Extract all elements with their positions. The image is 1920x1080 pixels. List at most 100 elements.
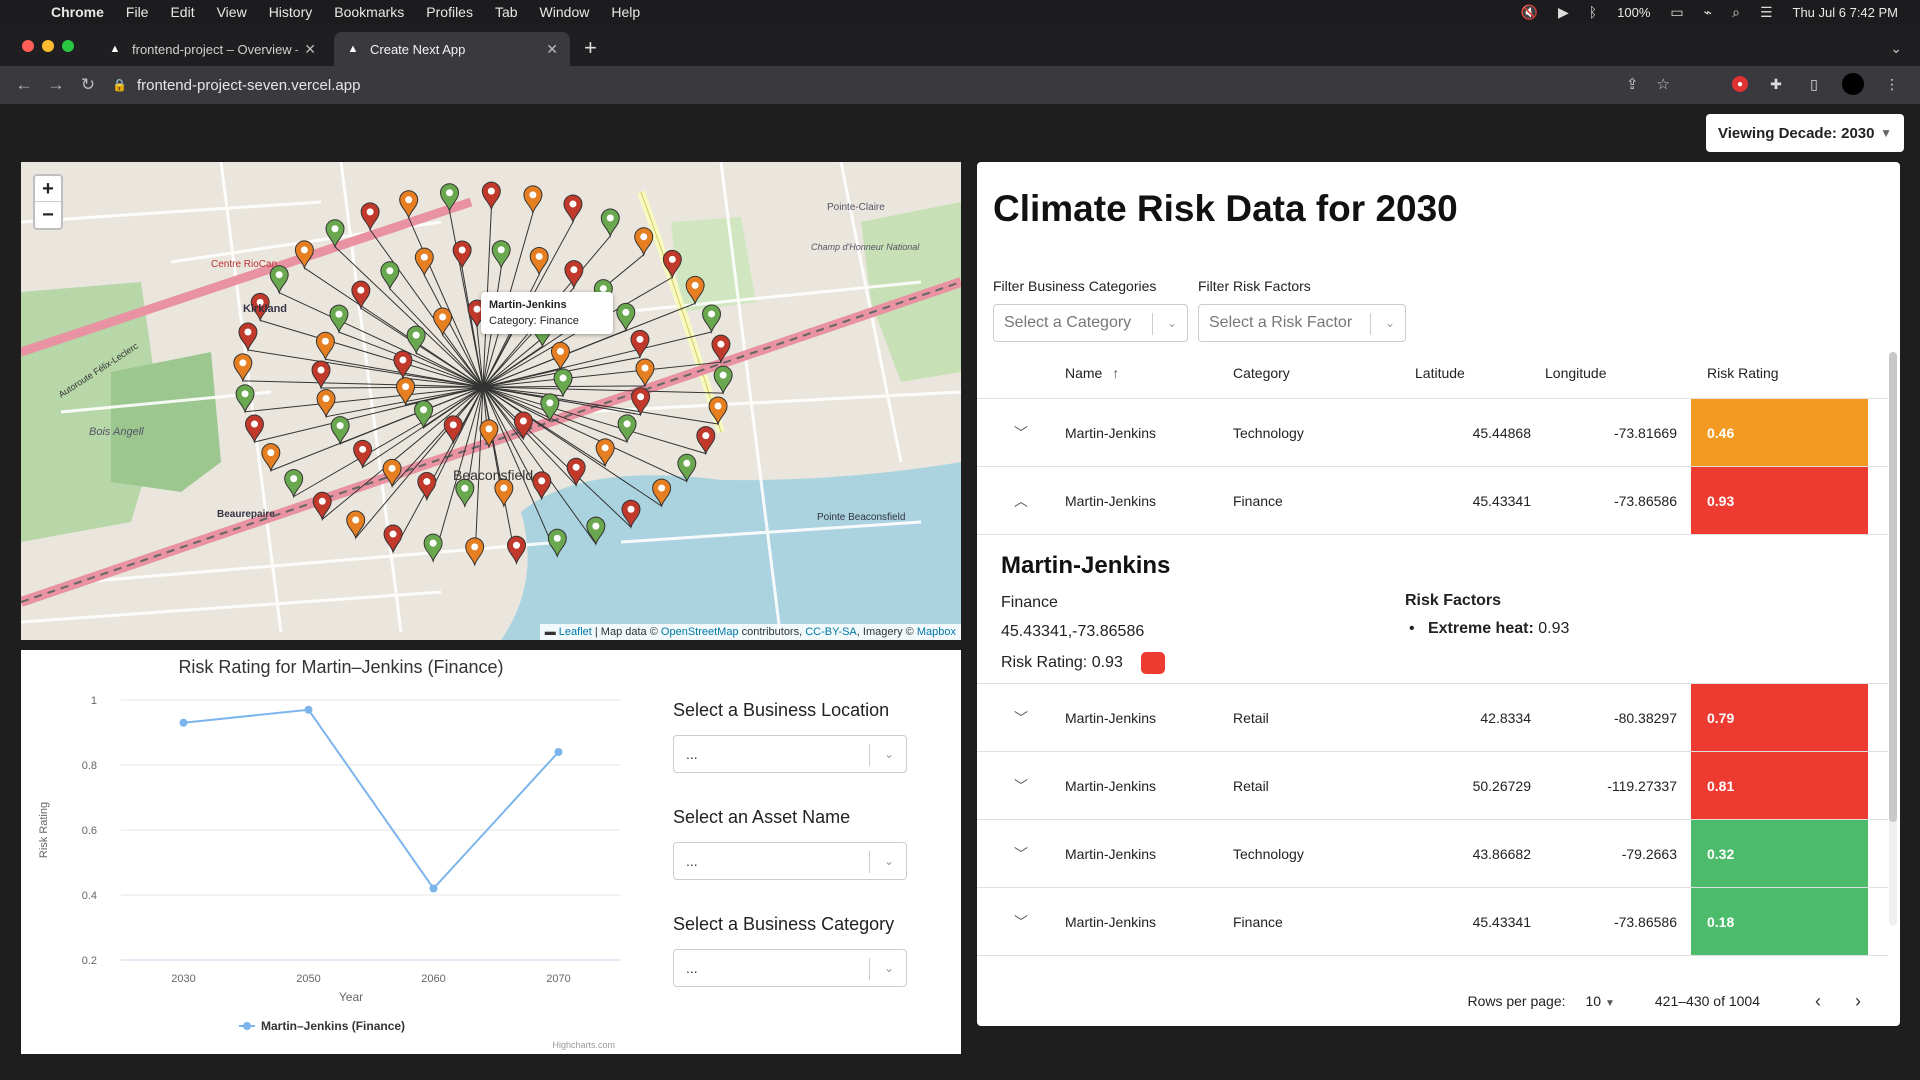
more-menu-icon[interactable]: ⋮ (1882, 74, 1902, 94)
asset-name-select[interactable]: ... ⌄ (673, 842, 907, 880)
map-marker-icon[interactable] (417, 472, 437, 502)
tab-overview[interactable]: ▲ frontend-project – Overview – ✕ (96, 32, 328, 66)
map-marker-icon[interactable] (329, 304, 349, 334)
zoom-window-button[interactable] (62, 40, 74, 52)
share-icon[interactable]: ⇪ (1626, 75, 1639, 93)
map-marker-icon[interactable] (529, 246, 549, 277)
map-marker-icon[interactable] (443, 415, 463, 445)
highcharts-credit[interactable]: Highcharts.com (552, 1040, 615, 1050)
map-marker-icon[interactable] (311, 360, 331, 390)
map-marker-icon[interactable] (330, 416, 350, 446)
map-marker-icon[interactable] (553, 368, 573, 398)
map-marker-icon[interactable] (616, 302, 636, 333)
risk-factor-filter-select[interactable]: Select a Risk Factor ⌄ (1198, 304, 1406, 342)
table-row[interactable]: ﹀ Martin-Jenkins Technology 45.44868 -73.816… (977, 399, 1888, 467)
map-marker-icon[interactable] (351, 280, 371, 310)
column-header-name[interactable]: Name ↑ (1065, 365, 1233, 381)
map-marker-icon[interactable] (346, 510, 366, 540)
leaflet-link[interactable]: Leaflet (559, 626, 592, 638)
map-marker-icon[interactable] (465, 537, 485, 567)
table-scrollbar[interactable] (1889, 352, 1897, 926)
map-marker-icon[interactable] (244, 414, 264, 444)
menu-window[interactable]: Window (529, 4, 601, 20)
zoom-out-button[interactable]: − (35, 202, 61, 228)
menu-bookmarks[interactable]: Bookmarks (323, 4, 415, 20)
map-marker-icon[interactable] (399, 190, 419, 220)
zoom-in-button[interactable]: + (35, 176, 61, 202)
puzzle-icon[interactable]: ✚ (1766, 74, 1786, 94)
close-icon[interactable]: ✕ (304, 41, 316, 58)
map-marker-icon[interactable] (383, 524, 403, 554)
chevron-down-icon[interactable]: ﹀ (977, 912, 1065, 932)
map-marker-icon[interactable] (635, 358, 655, 388)
map-marker-icon[interactable] (564, 260, 584, 290)
menu-profiles[interactable]: Profiles (415, 4, 484, 20)
table-row[interactable]: ︿ Martin-Jenkins Finance 45.43341 -73.86586 0… (977, 467, 1888, 535)
map-marker-icon[interactable] (600, 208, 620, 238)
map-marker-icon[interactable] (238, 322, 258, 352)
menubar-clock[interactable]: Thu Jul 6 7:42 PM (1793, 5, 1899, 20)
chevron-down-icon[interactable]: ﹀ (977, 776, 1065, 796)
menu-view[interactable]: View (206, 4, 258, 20)
rows-per-page-select[interactable]: 10 ▼ (1586, 993, 1615, 1009)
map-marker-icon[interactable] (315, 331, 335, 362)
search-icon[interactable]: ⌕ (1732, 4, 1740, 21)
leaflet-map[interactable]: Kirkland Centre RioCan Bois Angell Beaur… (21, 162, 961, 640)
map-marker-icon[interactable] (550, 341, 570, 372)
menu-edit[interactable]: Edit (159, 4, 205, 20)
chevron-down-icon[interactable]: ⌄ (1890, 40, 1902, 57)
column-header-longitude[interactable]: Longitude (1545, 365, 1691, 381)
mute-icon[interactable]: 🔇 (1521, 4, 1538, 21)
next-page-button[interactable]: › (1838, 991, 1878, 1012)
address-bar[interactable]: 🔒 frontend-project-seven.vercel.app (112, 71, 1762, 99)
table-row[interactable]: ﹀ Martin-Jenkins Retail 50.26729 -119.27337 0… (977, 752, 1888, 820)
battery-icon[interactable]: ▭ (1670, 4, 1683, 21)
back-button[interactable]: ← (8, 75, 40, 95)
minimize-window-button[interactable] (42, 40, 54, 52)
business-category-select[interactable]: ... ⌄ (673, 949, 907, 987)
map-marker-icon[interactable] (532, 471, 552, 501)
control-center-icon[interactable]: ☰ (1760, 4, 1773, 21)
chevron-down-icon[interactable]: ﹀ (977, 844, 1065, 864)
table-row[interactable]: ﹀ Martin-Jenkins Technology 43.86682 -79.266… (977, 820, 1888, 888)
map-marker-icon[interactable] (380, 261, 400, 291)
map-marker-icon[interactable] (702, 304, 722, 334)
profile-avatar[interactable] (1842, 73, 1864, 95)
menu-file[interactable]: File (115, 4, 160, 20)
map-marker-icon[interactable] (414, 247, 434, 277)
menu-tab[interactable]: Tab (484, 4, 529, 20)
table-row[interactable]: ﹀ Martin-Jenkins Retail 42.8334 -80.38297 0.7… (977, 684, 1888, 752)
map-tiles[interactable]: Kirkland Centre RioCan Bois Angell Beaur… (21, 162, 961, 640)
map-marker-icon[interactable] (696, 426, 716, 456)
map-marker-icon[interactable] (491, 240, 511, 270)
map-marker-icon[interactable] (494, 478, 514, 508)
map-marker-icon[interactable] (360, 202, 380, 232)
map-marker-icon[interactable] (713, 365, 733, 395)
chevron-up-icon[interactable]: ︿ (977, 491, 1065, 511)
map-marker-icon[interactable] (481, 181, 501, 211)
menu-app-name[interactable]: Chrome (40, 4, 115, 20)
business-location-select[interactable]: ... ⌄ (673, 735, 907, 773)
map-marker-icon[interactable] (423, 533, 443, 563)
column-header-latitude[interactable]: Latitude (1399, 365, 1545, 381)
category-filter-select[interactable]: Select a Category ⌄ (993, 304, 1188, 342)
column-header-category[interactable]: Category (1233, 365, 1399, 381)
extension-red-icon[interactable]: ● (1732, 76, 1748, 92)
map-marker-icon[interactable] (316, 389, 336, 419)
menu-help[interactable]: Help (600, 4, 651, 20)
menu-history[interactable]: History (258, 4, 324, 20)
chevron-down-icon[interactable]: ﹀ (977, 708, 1065, 728)
reload-button[interactable]: ↻ (72, 75, 104, 95)
forward-button[interactable]: → (40, 75, 72, 95)
scrollbar-thumb[interactable] (1889, 352, 1897, 822)
bookmark-star-icon[interactable]: ☆ (1657, 75, 1670, 93)
bluetooth-icon[interactable]: ᛒ (1589, 4, 1597, 20)
map-marker-icon[interactable] (261, 443, 281, 473)
new-tab-button[interactable]: + (584, 37, 597, 59)
close-window-button[interactable] (22, 40, 34, 52)
decade-select[interactable]: Viewing Decade: 2030 ▼ (1706, 114, 1904, 152)
chevron-down-icon[interactable]: ﹀ (977, 423, 1065, 443)
map-marker-icon[interactable] (406, 325, 426, 355)
mapbox-link[interactable]: Mapbox (917, 626, 956, 638)
map-marker-icon[interactable] (523, 185, 543, 215)
